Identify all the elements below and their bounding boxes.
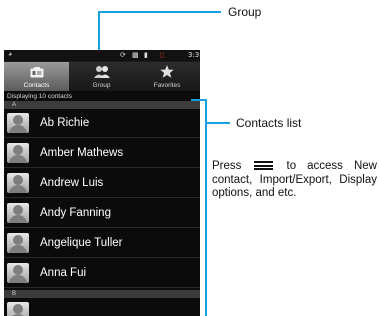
contact-row[interactable]: Anna Fui (4, 259, 200, 288)
avatar (7, 263, 29, 283)
tab-group-label: Group (92, 82, 111, 89)
sync-icon: ⟳ (120, 51, 126, 59)
android-icon: ◕ (8, 51, 13, 58)
avatar (7, 233, 29, 253)
group-callout-label: Group (228, 5, 262, 19)
contacts-icon (30, 65, 44, 83)
avatar (7, 173, 29, 193)
contact-name: Angelique Tuller (40, 237, 123, 249)
tab-favorites-label: Favorites (153, 82, 181, 89)
contact-name: Andy Fanning (40, 207, 111, 219)
menu-icon (254, 161, 274, 171)
vibrate-icon: ▩ (132, 51, 139, 59)
tab-bar: Contacts Group Favorites (4, 62, 200, 91)
tab-contacts-label: Contacts (23, 82, 50, 89)
menu-description: Press to access New contact, Import/Expo… (212, 160, 377, 201)
contact-name: Andrew Luis (40, 177, 104, 189)
star-icon (160, 65, 174, 83)
contacts-count: Displaying 10 contacts (7, 93, 73, 100)
battery-icon: ▯ (160, 51, 164, 59)
phone-screen: ◕ ⟳ ▩ ▮ ▯ 3:3 Contacts Group Favorites D… (4, 50, 200, 316)
group-callout-vertical (98, 11, 100, 50)
group-icon (93, 65, 110, 83)
avatar (7, 113, 29, 133)
description-prefix: Press (212, 160, 242, 172)
avatar (7, 203, 29, 223)
contacts-bracket-vertical (205, 99, 207, 316)
group-callout-horizontal (98, 11, 221, 13)
signal-icon: ▮ (144, 51, 148, 59)
contact-name: Anna Fui (40, 267, 87, 279)
contact-row[interactable]: Ab Richie (4, 109, 200, 138)
section-header-b: B (4, 290, 200, 298)
contact-row-partial[interactable] (4, 298, 200, 316)
tab-contacts[interactable]: Contacts (4, 62, 69, 91)
section-header-a: A (4, 101, 200, 109)
contact-row[interactable]: Andy Fanning (4, 199, 200, 228)
contact-name: Amber Mathews (40, 147, 124, 159)
contact-row[interactable]: Amber Mathews (4, 139, 200, 168)
contacts-list-label: Contacts list (236, 116, 302, 130)
tab-favorites[interactable]: Favorites (134, 62, 200, 91)
contact-row[interactable]: Angelique Tuller (4, 229, 200, 258)
tab-group[interactable]: Group (69, 62, 134, 91)
clock: 3:3 (188, 51, 200, 59)
contact-row[interactable]: Andrew Luis (4, 169, 200, 198)
contacts-bracket-pointer (205, 122, 230, 124)
status-bar: ◕ ⟳ ▩ ▮ ▯ 3:3 (4, 50, 200, 62)
avatar (7, 143, 29, 163)
contact-name: Ab Richie (40, 117, 90, 129)
avatar (7, 302, 29, 316)
